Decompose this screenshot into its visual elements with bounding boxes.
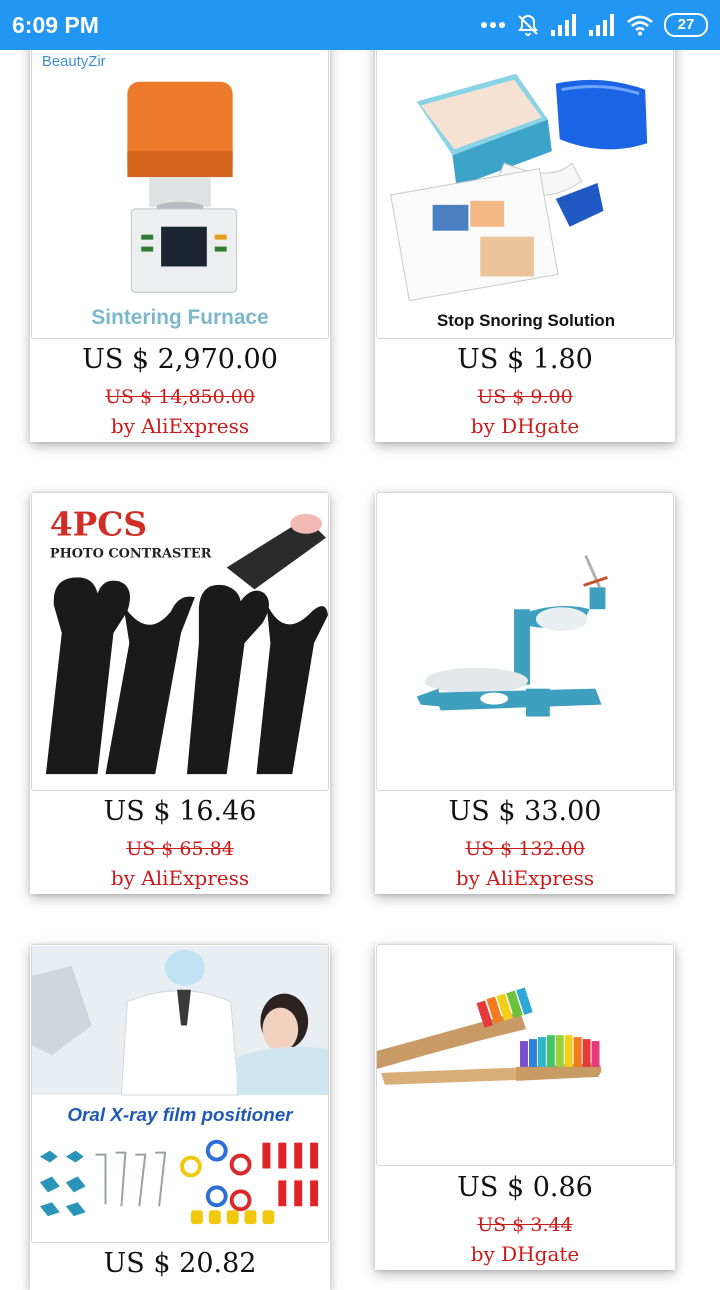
product-seller: by AliExpress <box>110 866 250 890</box>
product-seller: by AliExpress <box>110 414 250 438</box>
battery-icon: 27 <box>664 13 708 37</box>
product-seller: by AliExpress <box>455 866 595 890</box>
product-price: US $ 1.80 <box>457 344 593 375</box>
product-image[interactable] <box>376 944 674 1166</box>
product-image[interactable]: BeautyZir Sintering Furnace <box>31 30 329 339</box>
snoring-kit-image: Stop Snoring Solution <box>390 73 648 330</box>
xray-positioner-image: Oral X-ray film positioner <box>32 945 328 1242</box>
product-old-price: US $ 14,850.00 <box>105 386 255 408</box>
product-image[interactable]: 4PCS PHOTO CONTRASTER <box>31 492 329 791</box>
product-card[interactable]: BeautyZir Sintering Furnace US $ 2,970.0… <box>30 30 330 442</box>
product-price: US $ 16.46 <box>103 796 257 827</box>
product-card[interactable]: US $ 33.00 US $ 132.00 by AliExpress <box>375 492 675 894</box>
product-card[interactable]: Stop Snoring Solution US $ 1.80 US $ 9.0… <box>375 30 675 442</box>
status-bar: 6:09 PM 27 <box>0 0 720 50</box>
more-dots-icon <box>481 22 505 28</box>
status-time: 6:09 PM <box>12 12 99 38</box>
product-card[interactable]: US $ 0.86 US $ 3.44 by DHgate <box>375 944 675 1270</box>
photo-contraster-image: 4PCS PHOTO CONTRASTER <box>45 505 328 775</box>
articulator-image <box>416 554 608 717</box>
product-old-price: US $ 3.44 <box>477 1214 573 1236</box>
furnace-image: BeautyZir Sintering Furnace <box>42 54 269 329</box>
svg-text:PHOTO CONTRASTER: PHOTO CONTRASTER <box>50 547 212 562</box>
product-old-price: US $ 9.00 <box>477 386 573 408</box>
product-card[interactable]: 4PCS PHOTO CONTRASTER US $ 16.46 US $ 65… <box>30 492 330 894</box>
product-price: US $ 33.00 <box>448 796 602 827</box>
svg-text:4PCS: 4PCS <box>50 505 147 544</box>
product-image[interactable]: Oral X-ray film positioner <box>31 944 329 1243</box>
product-old-price: US $ 132.00 <box>465 838 585 860</box>
toothbrush-image <box>377 987 602 1085</box>
alarm-off-icon <box>518 14 538 36</box>
status-icons: 27 <box>480 11 708 39</box>
wifi-icon <box>627 15 653 36</box>
product-image[interactable] <box>376 492 674 791</box>
svg-text:Sintering Furnace: Sintering Furnace <box>91 306 268 329</box>
svg-text:Oral X-ray film positioner: Oral X-ray film positioner <box>67 1104 294 1125</box>
product-card[interactable]: Oral X-ray film positioner US $ 20.82 <box>30 944 330 1290</box>
signal-icon <box>589 14 614 36</box>
product-price: US $ 2,970.00 <box>82 344 278 375</box>
product-price: US $ 0.86 <box>457 1172 593 1203</box>
product-price: US $ 20.82 <box>103 1248 257 1279</box>
product-old-price: US $ 65.84 <box>126 838 234 860</box>
svg-text:Stop Snoring Solution: Stop Snoring Solution <box>437 311 615 330</box>
signal-icon <box>551 14 576 36</box>
product-image[interactable]: Stop Snoring Solution <box>376 30 674 339</box>
product-seller: by DHgate <box>470 414 580 438</box>
product-seller: by DHgate <box>470 1242 580 1266</box>
svg-text:BeautyZir: BeautyZir <box>42 54 106 70</box>
